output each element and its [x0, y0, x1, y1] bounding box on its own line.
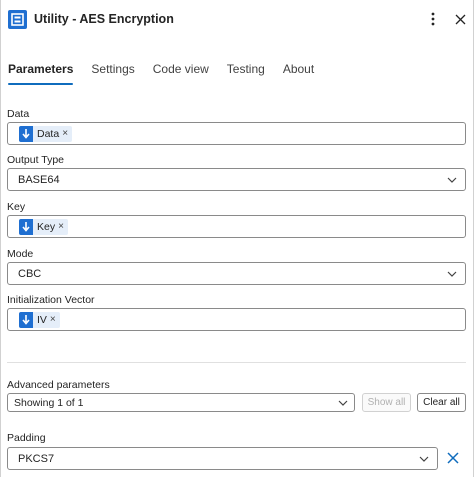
clear-all-button[interactable]: Clear all [417, 393, 466, 412]
iv-token-label: IV [37, 313, 47, 326]
tab-testing[interactable]: Testing [227, 62, 265, 86]
padding-dropdown[interactable]: PKCS7 [7, 447, 438, 470]
key-token[interactable]: Key × [19, 218, 68, 235]
iv-input[interactable]: IV × [7, 308, 466, 331]
chevron-down-icon [447, 271, 457, 277]
output-type-label: Output Type [7, 154, 65, 166]
padding-value: PKCS7 [18, 452, 55, 465]
tab-parameters[interactable]: Parameters [8, 62, 74, 86]
panel-title: Utility - AES Encryption [34, 12, 174, 26]
close-icon [447, 452, 459, 464]
chevron-down-icon [419, 456, 429, 462]
chevron-down-icon [447, 177, 457, 183]
data-token-label: Data [37, 127, 60, 140]
tab-code-view[interactable]: Code view [153, 62, 209, 86]
remove-token-icon[interactable]: × [62, 128, 68, 139]
key-label: Key [7, 201, 26, 213]
advanced-parameters-dropdown[interactable]: Showing 1 of 1 [7, 393, 355, 412]
output-type-dropdown[interactable]: BASE64 [7, 168, 466, 191]
output-type-value: BASE64 [18, 173, 60, 186]
token-variable-icon [19, 125, 33, 142]
data-token[interactable]: Data × [19, 125, 73, 142]
more-options-button[interactable] [426, 10, 440, 28]
show-all-button[interactable]: Show all [362, 393, 411, 412]
token-variable-icon [19, 218, 33, 235]
iv-token[interactable]: IV × [19, 311, 60, 328]
token-variable-icon [19, 311, 33, 328]
tab-settings[interactable]: Settings [91, 62, 134, 86]
tab-about[interactable]: About [283, 62, 314, 86]
advanced-parameters-label: Advanced parameters [7, 379, 110, 391]
iv-label: Initialization Vector [7, 294, 95, 306]
section-divider [7, 362, 466, 363]
more-vertical-icon [431, 12, 435, 26]
mode-label: Mode [7, 248, 34, 260]
close-panel-button[interactable] [452, 10, 468, 28]
remove-token-icon[interactable]: × [58, 221, 64, 232]
remove-parameter-button[interactable] [446, 451, 460, 465]
data-input[interactable]: Data × [7, 122, 466, 145]
key-token-label: Key [37, 220, 56, 233]
advanced-parameters-value: Showing 1 of 1 [14, 396, 84, 409]
close-icon [455, 14, 465, 24]
panel-header: Utility - AES Encryption [8, 8, 174, 30]
mode-dropdown[interactable]: CBC [7, 262, 466, 285]
mode-value: CBC [18, 267, 42, 280]
connector-logo-icon [8, 9, 27, 29]
data-label: Data [7, 108, 30, 120]
padding-label: Padding [7, 432, 46, 444]
chevron-down-icon [338, 400, 348, 406]
key-input[interactable]: Key × [7, 215, 466, 238]
tab-bar: Parameters Settings Code view Testing Ab… [8, 62, 332, 86]
remove-token-icon[interactable]: × [50, 314, 56, 325]
